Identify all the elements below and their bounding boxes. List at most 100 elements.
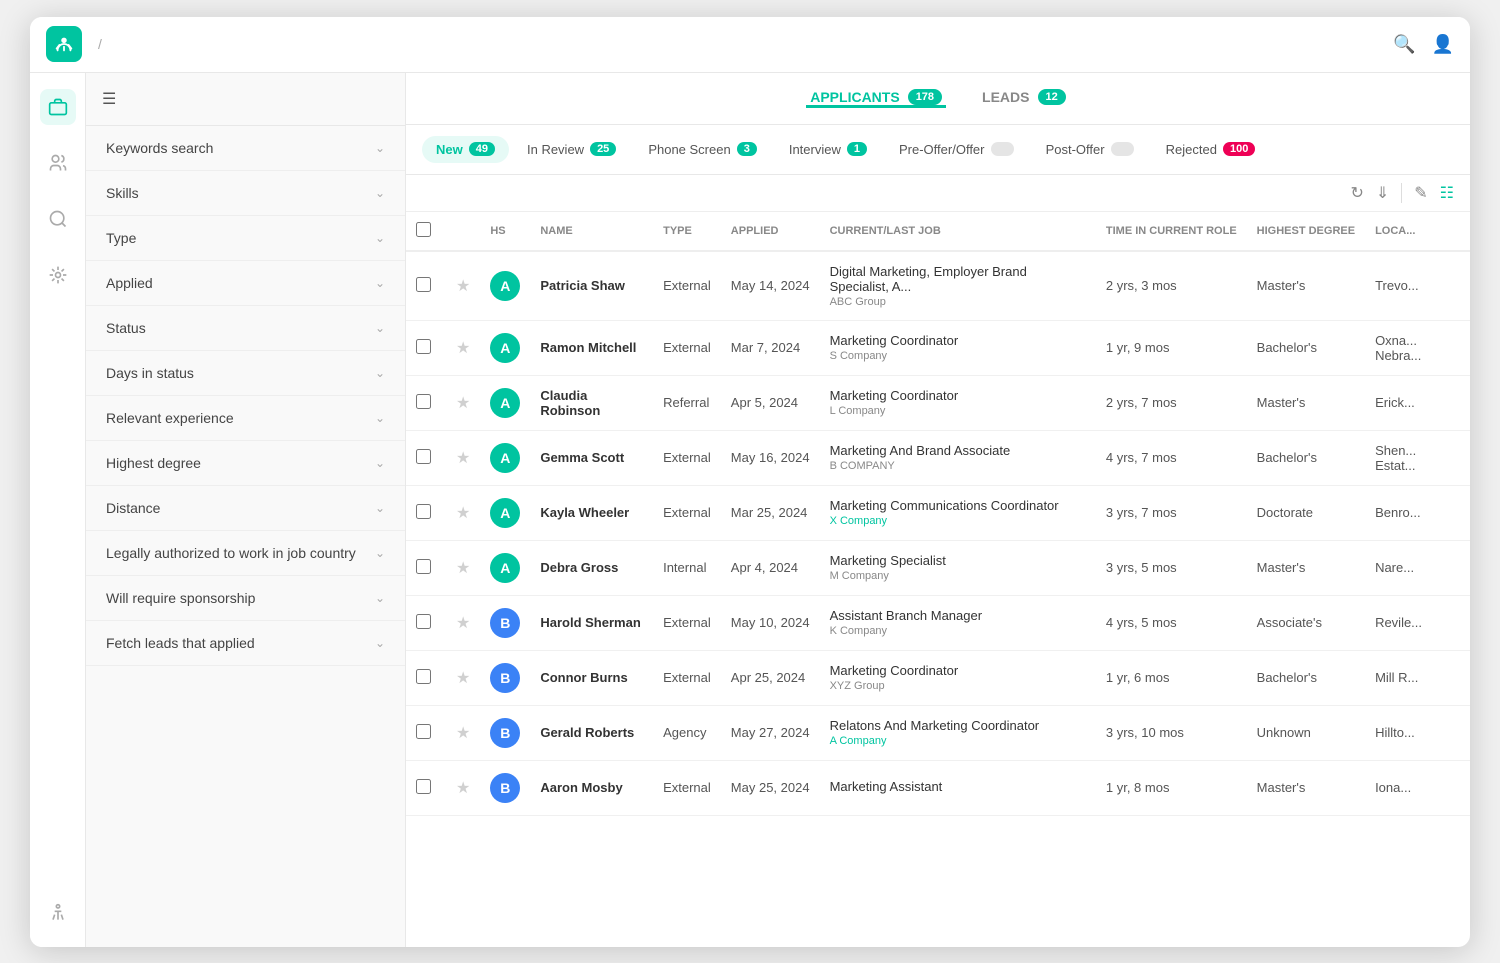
row-name[interactable]: Aaron Mosby <box>530 760 653 815</box>
row-checkbox-cell[interactable] <box>406 320 446 375</box>
filter-item-highest-degree[interactable]: Highest degree⌄ <box>86 441 405 486</box>
row-checkbox-6[interactable] <box>416 614 431 629</box>
filter-item-relevant-experience[interactable]: Relevant experience⌄ <box>86 396 405 441</box>
star-icon[interactable]: ★ <box>456 725 470 742</box>
row-name[interactable]: Harold Sherman <box>530 595 653 650</box>
row-star-cell[interactable]: ★ <box>446 430 480 485</box>
star-icon[interactable]: ★ <box>456 505 470 522</box>
row-star-cell[interactable]: ★ <box>446 760 480 815</box>
edit-columns-icon[interactable]: ✎ <box>1414 183 1427 203</box>
col-header-6[interactable]: CURRENT/LAST JOB <box>820 212 1096 251</box>
stage-btn-pre-offeroffer[interactable]: Pre-Offer/Offer <box>885 136 1028 163</box>
download-icon[interactable]: ⇓ <box>1376 183 1389 203</box>
col-header-5[interactable]: APPLIED <box>721 212 820 251</box>
stage-bar: New 49In Review 25Phone Screen 3Intervie… <box>406 125 1470 175</box>
row-checkbox-3[interactable] <box>416 449 431 464</box>
stage-btn-new[interactable]: New 49 <box>422 136 509 163</box>
row-checkbox-4[interactable] <box>416 504 431 519</box>
tab-leads[interactable]: LEADS12 <box>978 89 1070 108</box>
row-name[interactable]: Gemma Scott <box>530 430 653 485</box>
row-name[interactable]: Ramon Mitchell <box>530 320 653 375</box>
row-checkbox-cell[interactable] <box>406 595 446 650</box>
row-checkbox-1[interactable] <box>416 339 431 354</box>
row-checkbox-5[interactable] <box>416 559 431 574</box>
star-icon[interactable]: ★ <box>456 340 470 357</box>
row-applied: May 16, 2024 <box>721 430 820 485</box>
accessibility-icon[interactable] <box>40 895 76 931</box>
filter-item-applied[interactable]: Applied⌄ <box>86 261 405 306</box>
row-star-cell[interactable]: ★ <box>446 485 480 540</box>
stage-btn-phone-screen[interactable]: Phone Screen 3 <box>634 136 771 163</box>
row-star-cell[interactable]: ★ <box>446 320 480 375</box>
star-icon[interactable]: ★ <box>456 780 470 797</box>
row-checkbox-0[interactable] <box>416 277 431 292</box>
filter-item-legally-authorized-to-work-in-job-country[interactable]: Legally authorized to work in job countr… <box>86 531 405 576</box>
filter-item-type[interactable]: Type⌄ <box>86 216 405 261</box>
row-checkbox-cell[interactable] <box>406 705 446 760</box>
col-header-4[interactable]: TYPE <box>653 212 721 251</box>
refresh-icon[interactable]: ↻ <box>1350 183 1363 203</box>
nav-network-icon[interactable] <box>40 257 76 293</box>
filter-item-will-require-sponsorship[interactable]: Will require sponsorship⌄ <box>86 576 405 621</box>
filter-item-status[interactable]: Status⌄ <box>86 306 405 351</box>
row-name[interactable]: Claudia Robinson <box>530 375 653 430</box>
star-icon[interactable]: ★ <box>456 450 470 467</box>
star-icon[interactable]: ★ <box>456 670 470 687</box>
row-type: Internal <box>653 540 721 595</box>
stage-btn-interview[interactable]: Interview 1 <box>775 136 881 163</box>
col-header-3[interactable]: NAME <box>530 212 653 251</box>
row-checkbox-2[interactable] <box>416 394 431 409</box>
row-star-cell[interactable]: ★ <box>446 375 480 430</box>
tab-applicants[interactable]: APPLICANTS178 <box>806 89 946 108</box>
row-name[interactable]: Patricia Shaw <box>530 251 653 321</box>
col-header-8[interactable]: HIGHEST DEGREE <box>1247 212 1365 251</box>
filter-item-days-in-status[interactable]: Days in status⌄ <box>86 351 405 396</box>
row-type: Agency <box>653 705 721 760</box>
row-checkbox-cell[interactable] <box>406 485 446 540</box>
star-icon[interactable]: ★ <box>456 560 470 577</box>
select-all-checkbox[interactable] <box>416 222 431 237</box>
stage-btn-rejected[interactable]: Rejected 100 <box>1152 136 1270 163</box>
row-time-in-role: 1 yr, 8 mos <box>1096 760 1247 815</box>
stage-btn-post-offer[interactable]: Post-Offer <box>1032 136 1148 163</box>
nav-people-icon[interactable] <box>40 145 76 181</box>
row-star-cell[interactable]: ★ <box>446 251 480 321</box>
row-star-cell[interactable]: ★ <box>446 705 480 760</box>
row-star-cell[interactable]: ★ <box>446 540 480 595</box>
row-checkbox-cell[interactable] <box>406 540 446 595</box>
row-checkbox-cell[interactable] <box>406 650 446 705</box>
grid-view-icon[interactable]: ☷ <box>1440 183 1454 203</box>
row-name[interactable]: Debra Gross <box>530 540 653 595</box>
row-checkbox-cell[interactable] <box>406 430 446 485</box>
search-icon[interactable]: 🔍 <box>1393 34 1415 55</box>
star-icon[interactable]: ★ <box>456 615 470 632</box>
star-icon[interactable]: ★ <box>456 278 470 295</box>
stage-btn-in-review[interactable]: In Review 25 <box>513 136 630 163</box>
table-row: ★ B Aaron Mosby External May 25, 2024 Ma… <box>406 760 1470 815</box>
row-checkbox-8[interactable] <box>416 724 431 739</box>
nav-search-icon[interactable] <box>40 201 76 237</box>
row-name[interactable]: Gerald Roberts <box>530 705 653 760</box>
user-profile-icon[interactable]: 👤 <box>1432 34 1454 55</box>
row-checkbox-cell[interactable] <box>406 251 446 321</box>
col-header-2[interactable]: HS <box>480 212 530 251</box>
nav-jobs-icon[interactable] <box>40 89 76 125</box>
row-job: Marketing Coordinator L Company <box>820 375 1096 430</box>
row-checkbox-cell[interactable] <box>406 375 446 430</box>
col-header-9[interactable]: LOCA... <box>1365 212 1470 251</box>
star-icon[interactable]: ★ <box>456 395 470 412</box>
filter-item-fetch-leads-that-applied[interactable]: Fetch leads that applied⌄ <box>86 621 405 666</box>
filter-item-distance[interactable]: Distance⌄ <box>86 486 405 531</box>
row-name[interactable]: Kayla Wheeler <box>530 485 653 540</box>
row-star-cell[interactable]: ★ <box>446 595 480 650</box>
row-checkbox-cell[interactable] <box>406 760 446 815</box>
row-job: Relatons And Marketing Coordinator A Com… <box>820 705 1096 760</box>
row-location: Nare... <box>1365 540 1470 595</box>
col-header-7[interactable]: TIME IN CURRENT ROLE <box>1096 212 1247 251</box>
row-checkbox-7[interactable] <box>416 669 431 684</box>
row-star-cell[interactable]: ★ <box>446 650 480 705</box>
row-name[interactable]: Connor Burns <box>530 650 653 705</box>
row-checkbox-9[interactable] <box>416 779 431 794</box>
filter-item-skills[interactable]: Skills⌄ <box>86 171 405 216</box>
filter-item-keywords-search[interactable]: Keywords search⌄ <box>86 126 405 171</box>
